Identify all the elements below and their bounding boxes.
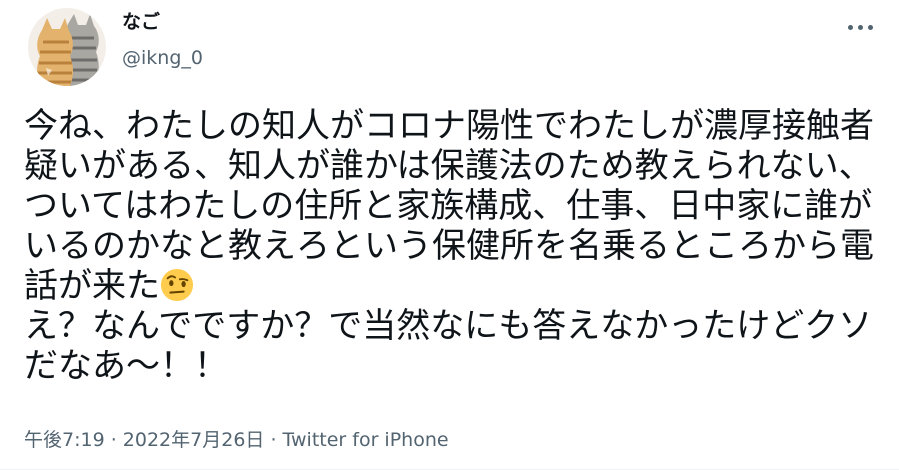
tweet-date: 2022年7月26日 xyxy=(122,429,265,451)
tweet-card: なご @ikng_0 今ね、わたしの知人がコロナ陽性でわたしが濃厚接触者疑いがあ… xyxy=(0,0,899,470)
more-options-icon-dot xyxy=(867,24,873,30)
tweet-meta: 午後7:19 · 2022年7月26日 · Twitter for iPhone xyxy=(24,428,449,452)
avatar[interactable] xyxy=(28,8,106,86)
meta-separator: · xyxy=(104,429,123,451)
tweet-text: 今ね、わたしの知人がコロナ陽性でわたしが濃厚接触者疑いがある、知人が誰かは保護法… xyxy=(24,106,884,386)
tweet-source-link[interactable]: Twitter for iPhone xyxy=(283,429,449,451)
two-tabby-cats-avatar-icon xyxy=(28,8,106,86)
tweet-time-link[interactable]: 午後7:19 · 2022年7月26日 xyxy=(24,429,264,451)
more-options-button[interactable] xyxy=(838,12,882,42)
more-options-icon-dot xyxy=(847,24,853,30)
tweet-time: 午後7:19 xyxy=(24,429,105,451)
tweet-text-part-2: え？なんでですか？で当然なにも答えなかったけどクソだなあ〜！！ xyxy=(24,306,873,386)
user-handle[interactable]: @ikng_0 xyxy=(122,46,203,70)
display-name[interactable]: なご xyxy=(122,10,160,34)
meta-separator: · xyxy=(264,429,283,451)
tweet-text-part-1: 今ね、わたしの知人がコロナ陽性でわたしが濃厚接触者疑いがある、知人が誰かは保護法… xyxy=(24,106,874,306)
more-options-icon-dot xyxy=(857,24,863,30)
face-with-raised-eyebrow-icon xyxy=(160,268,194,302)
